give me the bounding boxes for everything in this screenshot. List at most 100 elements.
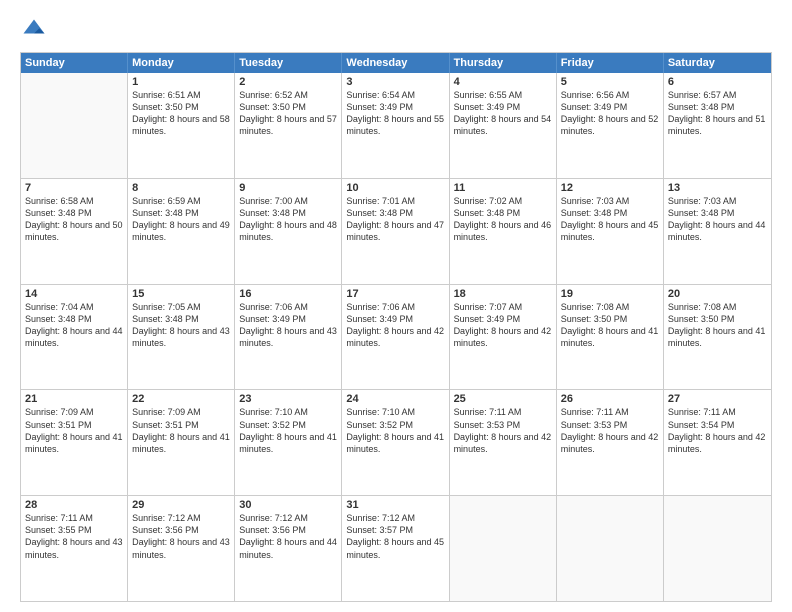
cell-detail: Sunrise: 7:06 AM Sunset: 3:49 PM Dayligh… bbox=[239, 301, 337, 350]
day-number: 29 bbox=[132, 499, 230, 511]
day-number: 21 bbox=[25, 393, 123, 405]
cell-detail: Sunrise: 6:52 AM Sunset: 3:50 PM Dayligh… bbox=[239, 89, 337, 138]
day-number: 1 bbox=[132, 76, 230, 88]
header bbox=[20, 16, 772, 44]
day-number: 24 bbox=[346, 393, 444, 405]
day-number: 26 bbox=[561, 393, 659, 405]
cell-detail: Sunrise: 7:03 AM Sunset: 3:48 PM Dayligh… bbox=[561, 195, 659, 244]
cell-detail: Sunrise: 7:11 AM Sunset: 3:53 PM Dayligh… bbox=[454, 406, 552, 455]
cell-detail: Sunrise: 7:08 AM Sunset: 3:50 PM Dayligh… bbox=[668, 301, 767, 350]
day-number: 27 bbox=[668, 393, 767, 405]
header-day-thursday: Thursday bbox=[450, 53, 557, 73]
calendar-row-1: 7Sunrise: 6:58 AM Sunset: 3:48 PM Daylig… bbox=[21, 178, 771, 284]
cell-detail: Sunrise: 7:06 AM Sunset: 3:49 PM Dayligh… bbox=[346, 301, 444, 350]
calendar-cell: 18Sunrise: 7:07 AM Sunset: 3:49 PM Dayli… bbox=[450, 285, 557, 390]
calendar-cell: 7Sunrise: 6:58 AM Sunset: 3:48 PM Daylig… bbox=[21, 179, 128, 284]
calendar-cell: 14Sunrise: 7:04 AM Sunset: 3:48 PM Dayli… bbox=[21, 285, 128, 390]
calendar-cell: 10Sunrise: 7:01 AM Sunset: 3:48 PM Dayli… bbox=[342, 179, 449, 284]
cell-detail: Sunrise: 6:51 AM Sunset: 3:50 PM Dayligh… bbox=[132, 89, 230, 138]
cell-detail: Sunrise: 6:54 AM Sunset: 3:49 PM Dayligh… bbox=[346, 89, 444, 138]
calendar-cell: 31Sunrise: 7:12 AM Sunset: 3:57 PM Dayli… bbox=[342, 496, 449, 601]
calendar-cell bbox=[557, 496, 664, 601]
calendar-cell: 9Sunrise: 7:00 AM Sunset: 3:48 PM Daylig… bbox=[235, 179, 342, 284]
day-number: 15 bbox=[132, 288, 230, 300]
calendar-cell: 5Sunrise: 6:56 AM Sunset: 3:49 PM Daylig… bbox=[557, 73, 664, 178]
cell-detail: Sunrise: 7:12 AM Sunset: 3:56 PM Dayligh… bbox=[239, 512, 337, 561]
day-number: 10 bbox=[346, 182, 444, 194]
cell-detail: Sunrise: 7:12 AM Sunset: 3:57 PM Dayligh… bbox=[346, 512, 444, 561]
day-number: 4 bbox=[454, 76, 552, 88]
calendar-cell: 21Sunrise: 7:09 AM Sunset: 3:51 PM Dayli… bbox=[21, 390, 128, 495]
day-number: 18 bbox=[454, 288, 552, 300]
cell-detail: Sunrise: 7:03 AM Sunset: 3:48 PM Dayligh… bbox=[668, 195, 767, 244]
calendar-cell: 8Sunrise: 6:59 AM Sunset: 3:48 PM Daylig… bbox=[128, 179, 235, 284]
day-number: 5 bbox=[561, 76, 659, 88]
day-number: 12 bbox=[561, 182, 659, 194]
page: SundayMondayTuesdayWednesdayThursdayFrid… bbox=[0, 0, 792, 612]
header-day-sunday: Sunday bbox=[21, 53, 128, 73]
day-number: 23 bbox=[239, 393, 337, 405]
cell-detail: Sunrise: 7:00 AM Sunset: 3:48 PM Dayligh… bbox=[239, 195, 337, 244]
header-day-wednesday: Wednesday bbox=[342, 53, 449, 73]
calendar-cell: 23Sunrise: 7:10 AM Sunset: 3:52 PM Dayli… bbox=[235, 390, 342, 495]
calendar-cell: 19Sunrise: 7:08 AM Sunset: 3:50 PM Dayli… bbox=[557, 285, 664, 390]
header-day-tuesday: Tuesday bbox=[235, 53, 342, 73]
cell-detail: Sunrise: 7:11 AM Sunset: 3:54 PM Dayligh… bbox=[668, 406, 767, 455]
cell-detail: Sunrise: 7:11 AM Sunset: 3:53 PM Dayligh… bbox=[561, 406, 659, 455]
calendar-cell: 13Sunrise: 7:03 AM Sunset: 3:48 PM Dayli… bbox=[664, 179, 771, 284]
header-day-monday: Monday bbox=[128, 53, 235, 73]
calendar-cell: 3Sunrise: 6:54 AM Sunset: 3:49 PM Daylig… bbox=[342, 73, 449, 178]
calendar-cell: 24Sunrise: 7:10 AM Sunset: 3:52 PM Dayli… bbox=[342, 390, 449, 495]
calendar-cell: 16Sunrise: 7:06 AM Sunset: 3:49 PM Dayli… bbox=[235, 285, 342, 390]
calendar-body: 1Sunrise: 6:51 AM Sunset: 3:50 PM Daylig… bbox=[21, 73, 771, 601]
day-number: 16 bbox=[239, 288, 337, 300]
cell-detail: Sunrise: 7:05 AM Sunset: 3:48 PM Dayligh… bbox=[132, 301, 230, 350]
calendar-cell: 12Sunrise: 7:03 AM Sunset: 3:48 PM Dayli… bbox=[557, 179, 664, 284]
calendar-row-2: 14Sunrise: 7:04 AM Sunset: 3:48 PM Dayli… bbox=[21, 284, 771, 390]
day-number: 6 bbox=[668, 76, 767, 88]
day-number: 28 bbox=[25, 499, 123, 511]
cell-detail: Sunrise: 6:57 AM Sunset: 3:48 PM Dayligh… bbox=[668, 89, 767, 138]
calendar-cell: 20Sunrise: 7:08 AM Sunset: 3:50 PM Dayli… bbox=[664, 285, 771, 390]
day-number: 19 bbox=[561, 288, 659, 300]
day-number: 7 bbox=[25, 182, 123, 194]
cell-detail: Sunrise: 7:01 AM Sunset: 3:48 PM Dayligh… bbox=[346, 195, 444, 244]
calendar-cell: 4Sunrise: 6:55 AM Sunset: 3:49 PM Daylig… bbox=[450, 73, 557, 178]
day-number: 9 bbox=[239, 182, 337, 194]
header-day-friday: Friday bbox=[557, 53, 664, 73]
calendar-cell bbox=[450, 496, 557, 601]
calendar-cell: 1Sunrise: 6:51 AM Sunset: 3:50 PM Daylig… bbox=[128, 73, 235, 178]
calendar-cell: 15Sunrise: 7:05 AM Sunset: 3:48 PM Dayli… bbox=[128, 285, 235, 390]
cell-detail: Sunrise: 7:08 AM Sunset: 3:50 PM Dayligh… bbox=[561, 301, 659, 350]
cell-detail: Sunrise: 7:07 AM Sunset: 3:49 PM Dayligh… bbox=[454, 301, 552, 350]
cell-detail: Sunrise: 6:58 AM Sunset: 3:48 PM Dayligh… bbox=[25, 195, 123, 244]
calendar-row-0: 1Sunrise: 6:51 AM Sunset: 3:50 PM Daylig… bbox=[21, 73, 771, 178]
cell-detail: Sunrise: 7:09 AM Sunset: 3:51 PM Dayligh… bbox=[132, 406, 230, 455]
cell-detail: Sunrise: 6:59 AM Sunset: 3:48 PM Dayligh… bbox=[132, 195, 230, 244]
calendar-row-4: 28Sunrise: 7:11 AM Sunset: 3:55 PM Dayli… bbox=[21, 495, 771, 601]
calendar-cell: 6Sunrise: 6:57 AM Sunset: 3:48 PM Daylig… bbox=[664, 73, 771, 178]
cell-detail: Sunrise: 7:02 AM Sunset: 3:48 PM Dayligh… bbox=[454, 195, 552, 244]
day-number: 30 bbox=[239, 499, 337, 511]
day-number: 14 bbox=[25, 288, 123, 300]
cell-detail: Sunrise: 7:10 AM Sunset: 3:52 PM Dayligh… bbox=[239, 406, 337, 455]
calendar-row-3: 21 Sunrise: 7:09 AM Sunset: 3:51 PM Dayli… bbox=[21, 389, 771, 495]
day-number: 2 bbox=[239, 76, 337, 88]
day-number: 8 bbox=[132, 182, 230, 194]
calendar-cell: 25Sunrise: 7:11 AM Sunset: 3:53 PM Dayli… bbox=[450, 390, 557, 495]
day-number: 31 bbox=[346, 499, 444, 511]
calendar-header: SundayMondayTuesdayWednesdayThursdayFrid… bbox=[21, 53, 771, 73]
cell-detail: Sunrise: 6:56 AM Sunset: 3:49 PM Dayligh… bbox=[561, 89, 659, 138]
day-number: 13 bbox=[668, 182, 767, 194]
calendar-cell bbox=[664, 496, 771, 601]
day-number: 11 bbox=[454, 182, 552, 194]
cell-detail: Sunrise: 7:12 AM Sunset: 3:56 PM Dayligh… bbox=[132, 512, 230, 561]
calendar-cell: 11Sunrise: 7:02 AM Sunset: 3:48 PM Dayli… bbox=[450, 179, 557, 284]
day-number: 3 bbox=[346, 76, 444, 88]
calendar-cell: 29Sunrise: 7:12 AM Sunset: 3:56 PM Dayli… bbox=[128, 496, 235, 601]
logo-icon bbox=[20, 16, 48, 44]
cell-detail: Sunrise: 6:55 AM Sunset: 3:49 PM Dayligh… bbox=[454, 89, 552, 138]
calendar-cell: 27Sunrise: 7:11 AM Sunset: 3:54 PM Dayli… bbox=[664, 390, 771, 495]
calendar-cell: 17Sunrise: 7:06 AM Sunset: 3:49 PM Dayli… bbox=[342, 285, 449, 390]
calendar: SundayMondayTuesdayWednesdayThursdayFrid… bbox=[20, 52, 772, 602]
